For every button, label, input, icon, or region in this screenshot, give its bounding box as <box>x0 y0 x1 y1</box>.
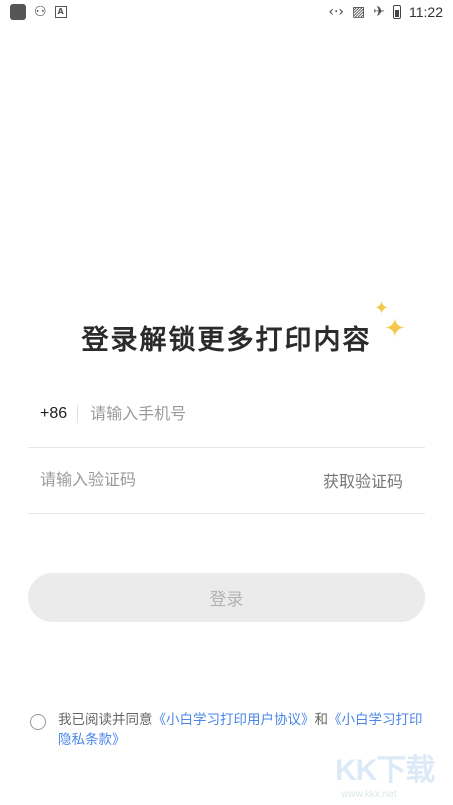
agreement: 我已阅读并同意《小白学习打印用户协议》和《小白学习打印隐私条款》 <box>30 710 430 750</box>
watermark: KK下载 www.kkx.net <box>335 745 447 801</box>
notification-glyph-icon: ⚇ <box>34 4 47 20</box>
status-bar-left: ⚇ A <box>10 4 67 20</box>
agreement-and: 和 <box>314 712 329 728</box>
link-icon: ‹·› <box>328 4 345 20</box>
status-time: 11:22 <box>409 4 443 20</box>
status-bar-right: ‹·› ▨ ✈ 11:22 <box>328 4 443 20</box>
sparkle-big-icon: ✦ <box>384 314 406 344</box>
app-square-icon <box>10 4 26 20</box>
status-bar: ⚇ A ‹·› ▨ ✈ 11:22 <box>0 0 453 26</box>
get-code-button[interactable]: 获取验证码 <box>323 468 425 492</box>
agreement-prefix: 我已阅读并同意 <box>58 712 153 728</box>
login-button[interactable]: 登录 <box>28 573 425 622</box>
battery-icon <box>393 5 401 19</box>
user-agreement-link[interactable]: 《小白学习打印用户协议》 <box>153 712 315 728</box>
airplane-icon: ✈ <box>373 4 385 20</box>
agreement-text: 我已阅读并同意《小白学习打印用户协议》和《小白学习打印隐私条款》 <box>58 710 430 750</box>
a-icon: A <box>54 6 67 18</box>
no-sim-icon: ▨ <box>352 4 366 20</box>
watermark-logo: KK下载 <box>335 754 435 787</box>
verification-code-input[interactable] <box>40 470 323 489</box>
phone-field: +86 <box>28 380 425 448</box>
page-title: 登录解锁更多打印内容 <box>81 325 372 356</box>
watermark-url: www.kkx.net <box>341 789 397 800</box>
agree-radio[interactable] <box>30 714 46 730</box>
country-code[interactable]: +86 <box>28 404 79 423</box>
verification-code-field: 获取验证码 <box>28 446 425 514</box>
phone-input[interactable] <box>90 404 425 423</box>
